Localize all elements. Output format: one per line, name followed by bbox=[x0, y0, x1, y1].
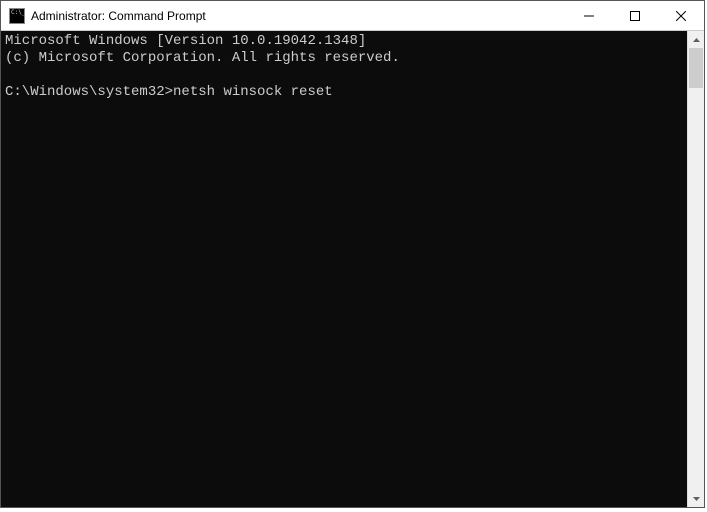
scroll-track[interactable] bbox=[688, 48, 704, 490]
command-prompt-window: Administrator: Command Prompt Microsoft … bbox=[0, 0, 705, 508]
version-line: Microsoft Windows [Version 10.0.19042.13… bbox=[5, 33, 366, 49]
window-controls bbox=[566, 1, 704, 30]
copyright-line: (c) Microsoft Corporation. All rights re… bbox=[5, 50, 400, 66]
minimize-button[interactable] bbox=[566, 1, 612, 30]
command-input[interactable]: netsh winsock reset bbox=[173, 84, 333, 100]
prompt-path: C:\Windows\system32> bbox=[5, 84, 173, 100]
scroll-thumb[interactable] bbox=[689, 48, 703, 88]
client-area: Microsoft Windows [Version 10.0.19042.13… bbox=[1, 31, 704, 507]
maximize-button[interactable] bbox=[612, 1, 658, 30]
window-title: Administrator: Command Prompt bbox=[31, 9, 566, 23]
close-button[interactable] bbox=[658, 1, 704, 30]
console-output[interactable]: Microsoft Windows [Version 10.0.19042.13… bbox=[1, 31, 687, 507]
scroll-down-button[interactable] bbox=[688, 490, 704, 507]
titlebar[interactable]: Administrator: Command Prompt bbox=[1, 1, 704, 31]
vertical-scrollbar[interactable] bbox=[687, 31, 704, 507]
cmd-icon bbox=[9, 8, 25, 24]
scroll-up-button[interactable] bbox=[688, 31, 704, 48]
